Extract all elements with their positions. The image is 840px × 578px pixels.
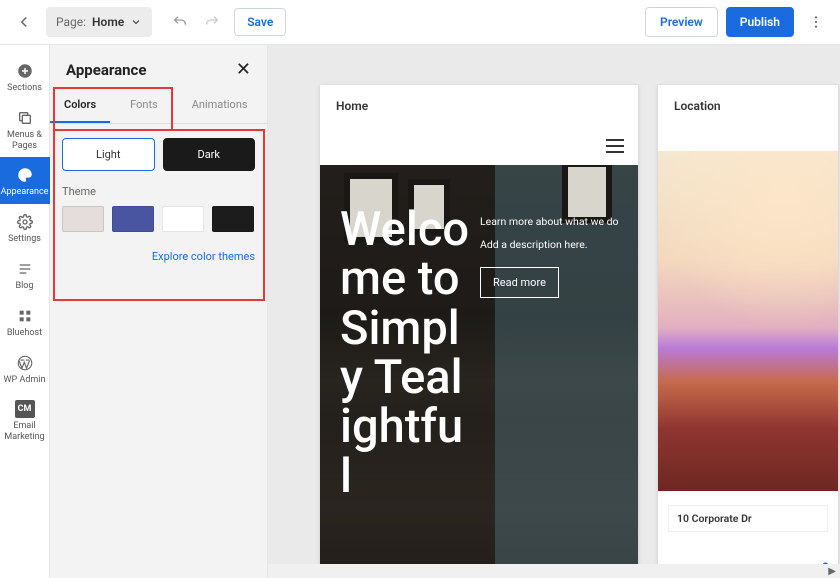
publish-button[interactable]: Publish	[726, 7, 794, 37]
theme-swatch-2[interactable]	[162, 206, 204, 232]
plus-circle-icon	[15, 61, 35, 81]
preview-button[interactable]: Preview	[645, 7, 718, 37]
rail-item-bluehost[interactable]: Bluehost	[0, 298, 50, 345]
hero-description: Add a description here.	[480, 238, 620, 251]
hero-subtitle: Learn more about what we do	[480, 215, 620, 228]
rail-item-email-marketing[interactable]: CMEmail Marketing	[0, 391, 50, 449]
read-more-button[interactable]: Read more	[480, 267, 559, 298]
rail-item-label: Sections	[7, 83, 42, 94]
rail-item-sections[interactable]: Sections	[0, 53, 50, 100]
rail-item-menus-pages[interactable]: Menus & Pages	[0, 100, 50, 158]
location-card[interactable]: Location 10 Corporate Dr	[658, 85, 838, 578]
theme-swatch-3[interactable]	[212, 206, 254, 232]
tab-colors[interactable]: Colors	[50, 88, 110, 123]
theme-swatches	[62, 206, 255, 232]
home-card-title: Home	[320, 85, 638, 127]
home-card[interactable]: Home Welcome to Simply Tealightful Learn…	[320, 85, 638, 578]
dark-mode-button[interactable]: Dark	[163, 138, 256, 171]
panel-tabs: Colors Fonts Animations	[50, 88, 267, 124]
palette-icon	[15, 165, 35, 185]
theme-label: Theme	[62, 185, 255, 198]
rail-item-label: Appearance	[1, 187, 49, 198]
hero-title: Welcome to Simply Tealightful	[340, 205, 470, 501]
undo-icon[interactable]	[166, 8, 194, 36]
grid-icon	[15, 306, 35, 326]
location-image	[658, 151, 838, 491]
rail-item-label: Settings	[8, 234, 41, 245]
page-selector[interactable]: Page: Home	[46, 7, 152, 37]
back-arrow-icon[interactable]	[10, 8, 38, 36]
chevron-down-icon	[130, 16, 142, 28]
appearance-panel: Appearance ✕ Colors Fonts Animations Lig…	[50, 45, 268, 578]
close-icon[interactable]: ✕	[236, 59, 251, 80]
rail-item-wp-admin[interactable]: WP Admin	[0, 345, 50, 392]
panel-title: Appearance	[66, 61, 146, 79]
explore-color-themes-link[interactable]: Explore color themes	[62, 250, 255, 263]
rail-item-appearance[interactable]: Appearance	[0, 157, 50, 204]
left-rail: Sections Menus & Pages Appearance Settings B…	[0, 45, 50, 578]
rail-item-settings[interactable]: Settings	[0, 204, 50, 251]
wp-icon	[15, 353, 35, 373]
rail-item-label: Bluehost	[7, 328, 42, 339]
page-selector-value: Home	[92, 15, 124, 29]
rail-item-label: Menus & Pages	[2, 130, 48, 152]
rail-item-label: Blog	[16, 281, 34, 292]
save-button[interactable]: Save	[234, 8, 286, 36]
hamburger-icon[interactable]	[606, 139, 624, 153]
gear-icon	[15, 212, 35, 232]
cm-icon: CM	[15, 399, 35, 419]
page-selector-label: Page:	[56, 15, 86, 29]
location-card-title: Location	[658, 85, 838, 127]
rail-item-blog[interactable]: Blog	[0, 251, 50, 298]
location-address: 10 Corporate Dr	[668, 505, 828, 532]
more-menu-icon[interactable]	[802, 8, 830, 36]
rail-item-label: Email Marketing	[2, 421, 48, 443]
theme-swatch-0[interactable]	[62, 206, 104, 232]
redo-icon[interactable]	[198, 8, 226, 36]
theme-swatch-1[interactable]	[112, 206, 154, 232]
light-mode-button[interactable]: Light	[62, 138, 155, 171]
tab-animations[interactable]: Animations	[178, 88, 262, 123]
lines-icon	[15, 259, 35, 279]
topbar: Page: Home Save Preview Publish	[0, 0, 840, 45]
rail-item-label: WP Admin	[4, 375, 46, 386]
canvas[interactable]: Home Welcome to Simply Tealightful Learn…	[268, 45, 840, 578]
scroll-right-icon[interactable]: ▶	[828, 566, 836, 577]
tab-fonts[interactable]: Fonts	[116, 88, 172, 123]
site-navbar	[320, 127, 638, 165]
hero-section[interactable]: Welcome to Simply Tealightful Learn more…	[320, 165, 638, 578]
copy-icon	[15, 108, 35, 128]
